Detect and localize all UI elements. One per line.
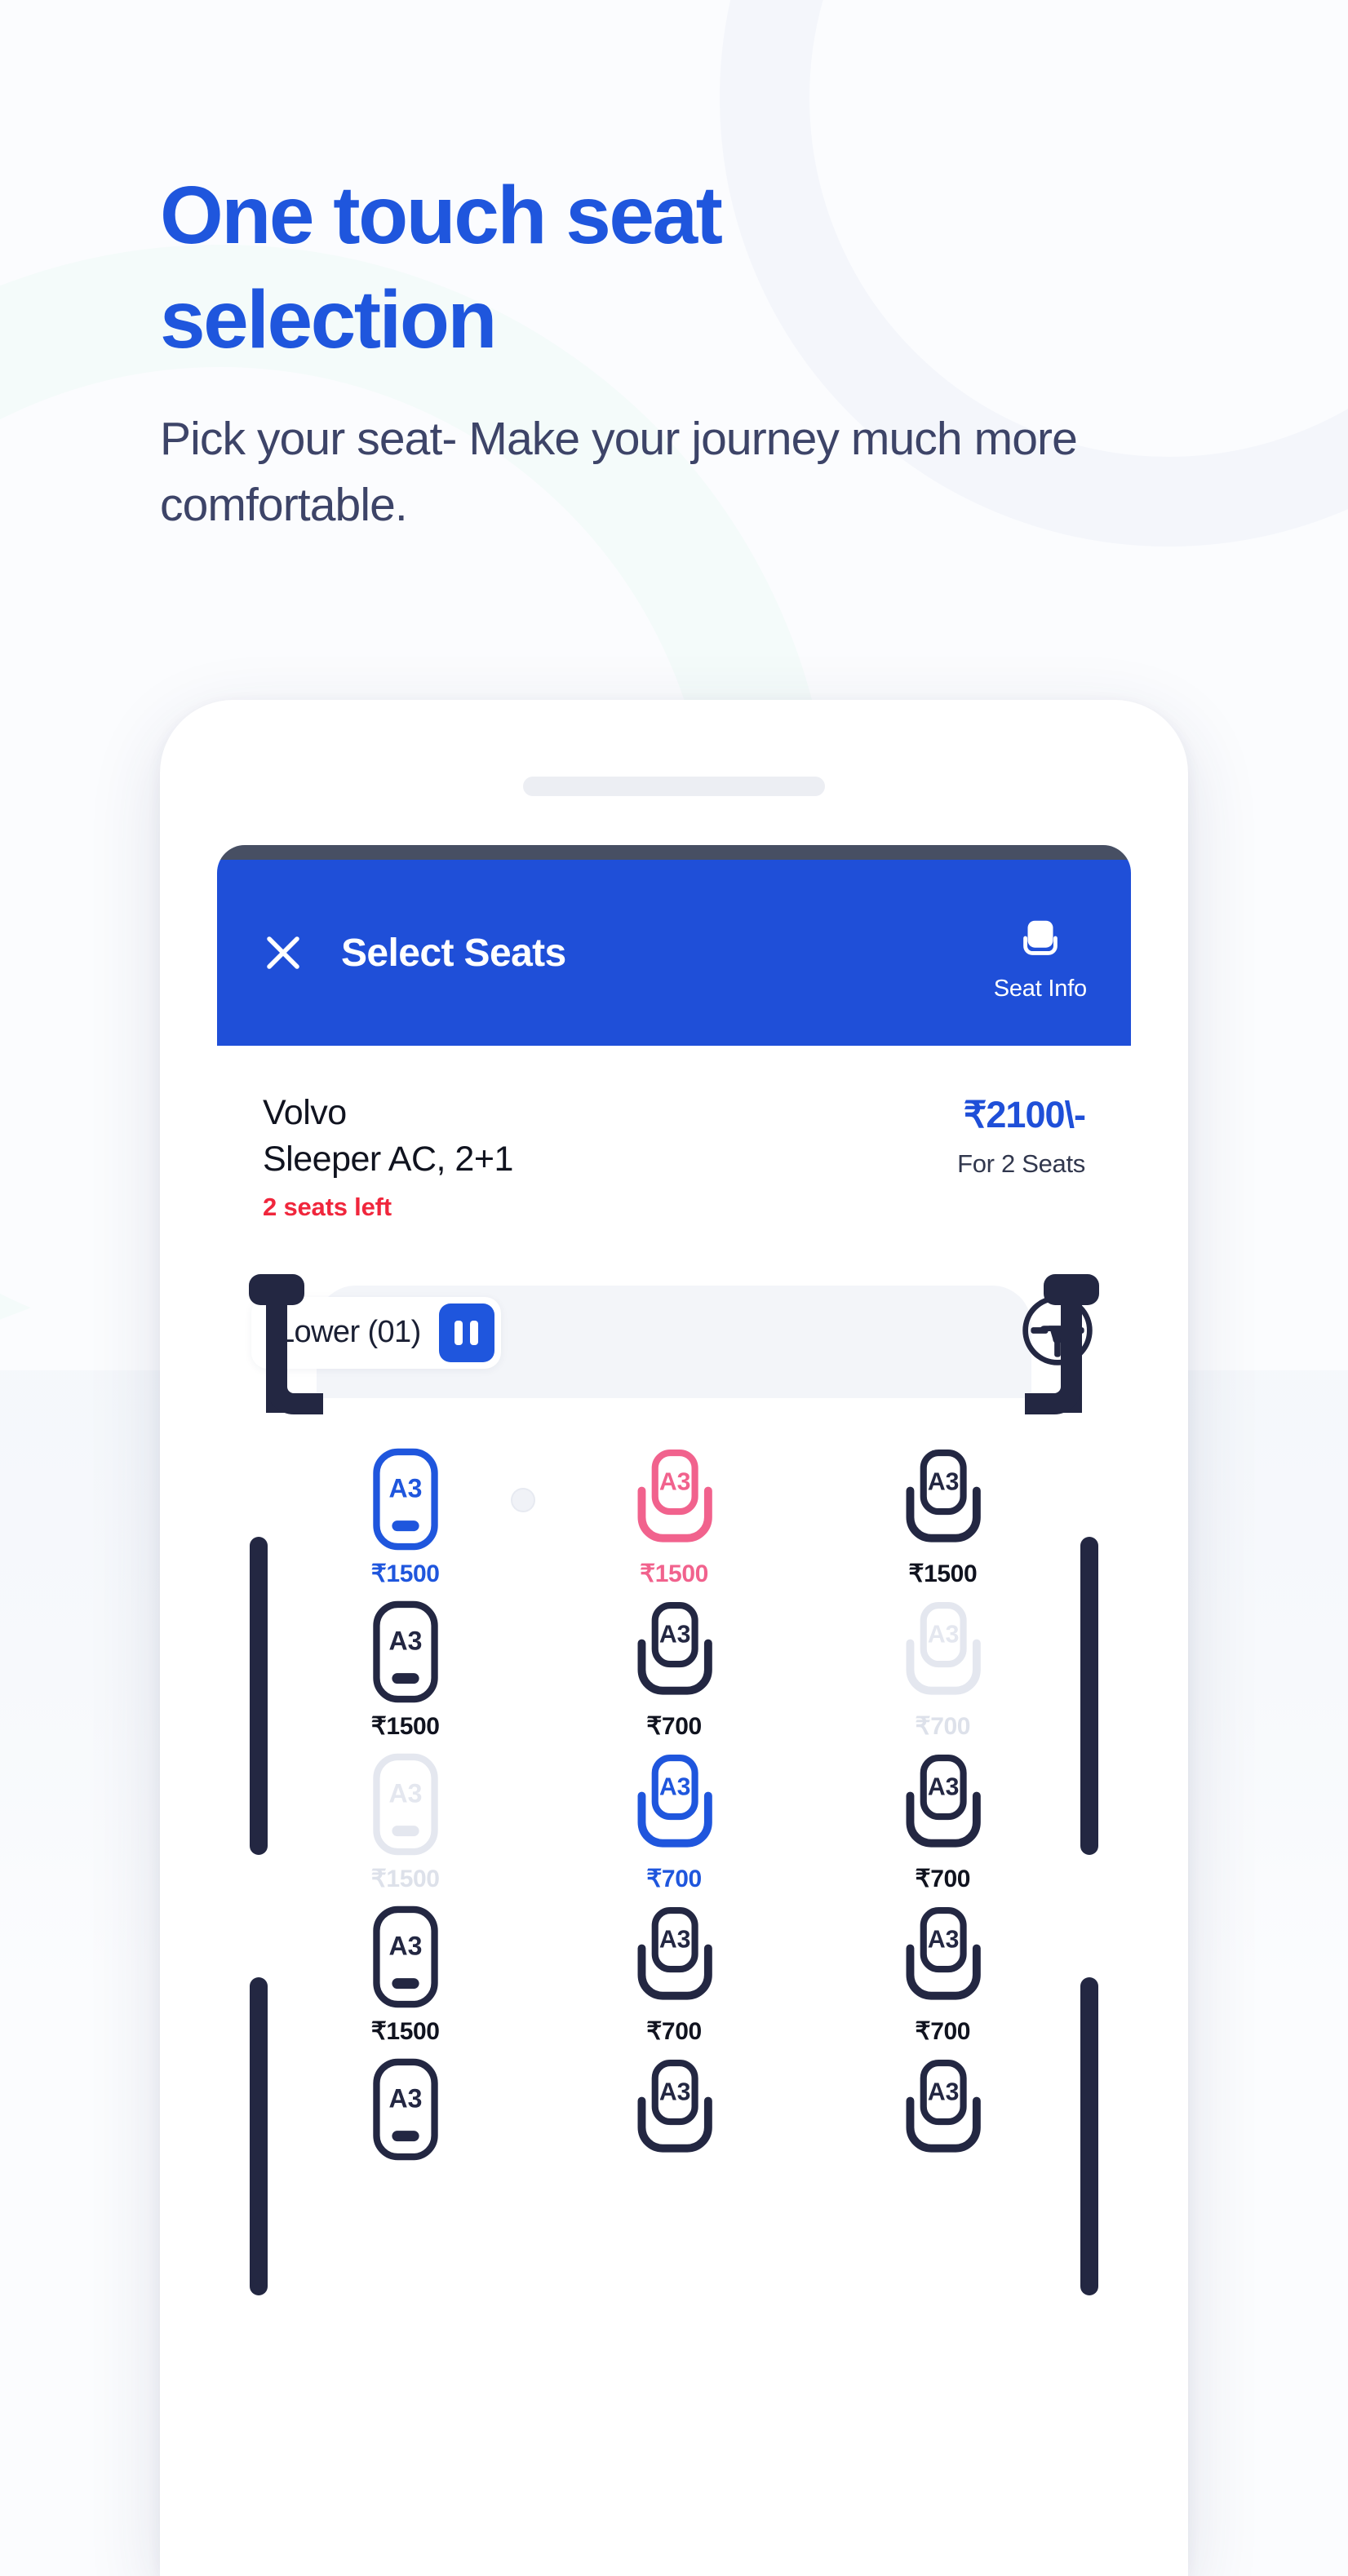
seater-seat-icon: A3 xyxy=(633,1600,715,1704)
seat-A3-booked: A3 ₹700 xyxy=(809,1600,1077,1741)
page-subtitle: Pick your seat- Make your journey much m… xyxy=(160,413,1078,531)
svg-text:A3: A3 xyxy=(388,1778,422,1808)
seat-A3-available[interactable]: A3 ₹700 xyxy=(809,1905,1077,2046)
seat-price: ₹700 xyxy=(646,2017,702,2045)
sleeper-seat-icon: A3 xyxy=(371,1600,440,1704)
svg-text:A3: A3 xyxy=(928,1926,960,1953)
seat-info-button[interactable]: Seat Info xyxy=(994,903,1087,1003)
svg-text:A3: A3 xyxy=(659,1926,691,1953)
svg-text:A3: A3 xyxy=(928,2078,960,2105)
seat-price: ₹700 xyxy=(646,1865,702,1892)
svg-text:A3: A3 xyxy=(928,1621,960,1648)
deck-selector-bar: Lower (01) xyxy=(217,1268,1131,1398)
seat-A3-available[interactable]: A3 ₹700 xyxy=(539,1600,808,1741)
seat-icon xyxy=(1015,914,1066,969)
page-title: One touch seat selection xyxy=(160,170,723,365)
sleeper-seat-icon: A3 xyxy=(371,1752,440,1857)
seater-seat-icon: A3 xyxy=(633,1752,715,1857)
bus-side-rail-left-upper xyxy=(250,1536,268,1855)
bus-type: Sleeper AC, 2+1 xyxy=(263,1139,513,1179)
sleeper-seat-icon: A3 xyxy=(371,1447,440,1551)
seater-seat-icon: A3 xyxy=(902,1600,983,1704)
seater-seat-icon: A3 xyxy=(902,1905,983,2009)
fare-note: For 2 Seats xyxy=(957,1149,1085,1178)
svg-text:A3: A3 xyxy=(388,1626,422,1655)
bus-side-rail-right-lower xyxy=(1080,1976,1098,2295)
seat-row: A3 ₹1500 A3 ₹1500 A3 ₹1500 xyxy=(271,1447,1077,1588)
bus-info-left: Volvo Sleeper AC, 2+1 2 seats left xyxy=(263,1090,957,1222)
seat-A3-available[interactable]: A3 ₹1500 xyxy=(271,1600,539,1741)
svg-text:A3: A3 xyxy=(388,1931,422,1960)
seat-A3-available[interactable]: A3 ₹700 xyxy=(539,1905,808,2046)
sleeper-seat-icon: A3 xyxy=(371,1905,440,2009)
seat-row: A3 ₹1500 A3 ₹700 A3 ₹700 xyxy=(271,1905,1077,2046)
seats-left-badge: 2 seats left xyxy=(263,1192,392,1221)
svg-text:A3: A3 xyxy=(659,1773,691,1800)
phone-screen: Select Seats Seat Info Volvo Sleeper AC,… xyxy=(217,845,1131,2576)
seater-seat-icon: A3 xyxy=(633,1905,715,2009)
seat-row: A3 ₹1500 A3 ₹700 A3 ₹700 xyxy=(271,1600,1077,1741)
seat-A3-selected[interactable]: A3 ₹700 xyxy=(539,1752,808,1893)
svg-text:A3: A3 xyxy=(388,2083,422,2113)
deck-toggle-bar-1 xyxy=(455,1320,463,1345)
seat-A3-available[interactable]: A3 xyxy=(271,2057,539,2170)
seater-seat-icon: A3 xyxy=(902,1447,983,1551)
seater-seat-icon: A3 xyxy=(902,1752,983,1857)
seat-A3-available[interactable]: A3 ₹1500 xyxy=(809,1447,1077,1588)
seat-A3-available[interactable]: A3 xyxy=(539,2057,808,2170)
bus-side-rail-right-upper xyxy=(1080,1536,1098,1855)
seat-price: ₹1500 xyxy=(370,2017,440,2045)
phone-speaker-grille xyxy=(523,777,825,796)
seat-price: ₹1500 xyxy=(370,1865,440,1892)
seat-price: ₹700 xyxy=(915,2017,971,2045)
total-fare: ₹2100\- xyxy=(963,1094,1086,1135)
seat-A3-selected[interactable]: A3 ₹1500 xyxy=(271,1447,539,1588)
bus-info-right: ₹2100\- For 2 Seats xyxy=(957,1090,1086,1179)
phone-mockup: Select Seats Seat Info Volvo Sleeper AC,… xyxy=(160,700,1188,2576)
seat-info-label: Seat Info xyxy=(993,976,1087,1002)
deck-toggle-icon[interactable] xyxy=(438,1303,494,1362)
svg-text:A3: A3 xyxy=(659,2078,691,2105)
sleeper-seat-icon: A3 xyxy=(371,2057,440,2162)
bus-front-hook-left xyxy=(249,1273,323,1414)
seat-A3-available[interactable]: A3 ₹1500 xyxy=(271,1905,539,2046)
seater-seat-icon: A3 xyxy=(902,2057,983,2162)
bus-side-rail-left-lower xyxy=(250,1976,268,2295)
bus-info-row: Volvo Sleeper AC, 2+1 2 seats left ₹2100… xyxy=(217,1046,1131,1245)
seat-price: ₹1500 xyxy=(370,1712,440,1740)
close-icon[interactable] xyxy=(261,931,305,975)
seat-price: ₹700 xyxy=(915,1712,971,1740)
bus-deck: Lower (01) A3 ₹1500 A3 ₹1500 A3 ₹1500 A3… xyxy=(217,1268,1131,2295)
seat-grid: A3 ₹1500 A3 ₹1500 A3 ₹1500 A3 ₹1500 A3 ₹700 A3 ₹700… xyxy=(217,1397,1131,2295)
app-title: Select Seats xyxy=(341,931,566,975)
svg-text:A3: A3 xyxy=(659,1621,691,1648)
seat-row: A3 ₹1500 A3 ₹700 A3 ₹700 xyxy=(271,1752,1077,1893)
seat-price: ₹700 xyxy=(646,1712,702,1740)
bus-operator: Volvo xyxy=(263,1093,347,1132)
seat-A3-available[interactable]: A3 xyxy=(809,2057,1077,2170)
svg-text:A3: A3 xyxy=(388,1473,422,1503)
seat-A3-booked: A3 ₹1500 xyxy=(271,1752,539,1893)
seat-price: ₹1500 xyxy=(370,1560,440,1587)
seat-A3-available[interactable]: A3 ₹700 xyxy=(809,1752,1077,1893)
seat-price: ₹700 xyxy=(915,1865,971,1892)
seat-A3-ladies[interactable]: A3 ₹1500 xyxy=(539,1447,808,1588)
app-header: Select Seats Seat Info xyxy=(217,860,1131,1046)
seat-price: ₹1500 xyxy=(640,1560,708,1587)
phone-front-camera xyxy=(511,1488,535,1512)
seat-price: ₹1500 xyxy=(908,1560,978,1587)
hero-section: One touch seat selection Pick your seat-… xyxy=(160,163,1123,538)
svg-text:A3: A3 xyxy=(928,1468,960,1495)
seat-row: A3 A3 A3 xyxy=(271,2057,1077,2170)
svg-text:A3: A3 xyxy=(928,1773,960,1800)
seater-seat-icon: A3 xyxy=(633,2057,715,2162)
svg-text:A3: A3 xyxy=(659,1468,691,1495)
seater-seat-icon: A3 xyxy=(633,1447,715,1551)
status-bar xyxy=(217,845,1131,860)
deck-toggle-bar-2 xyxy=(470,1320,479,1345)
bus-front-hook-right xyxy=(1025,1273,1099,1414)
